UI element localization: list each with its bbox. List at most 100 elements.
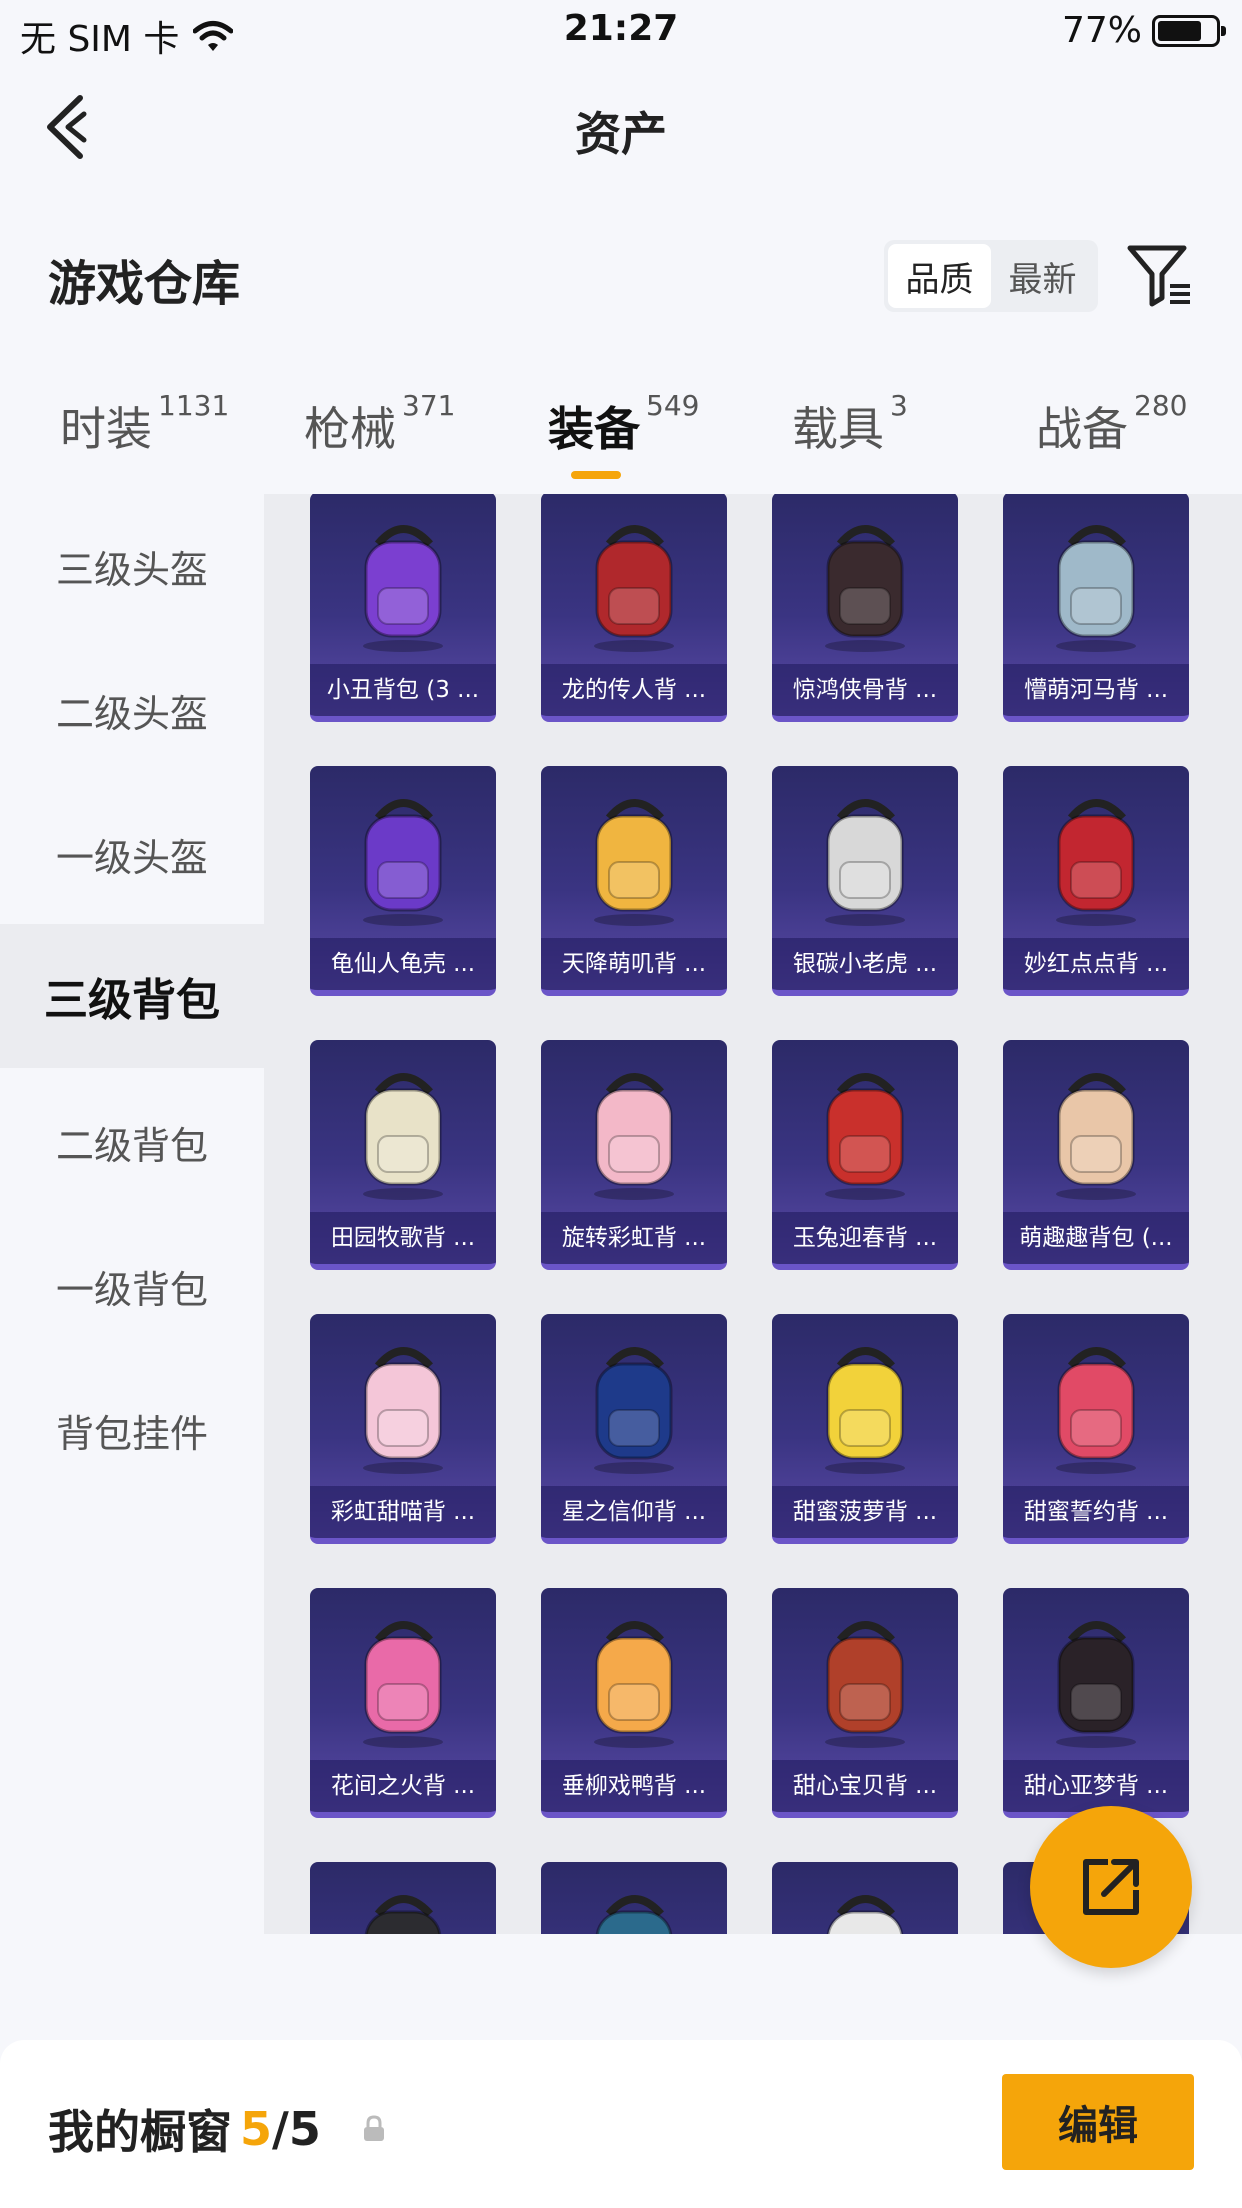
item-card[interactable]: 萌趣趣背包 (... <box>1003 1040 1189 1270</box>
item-card[interactable]: 天降萌叽背 ... <box>541 766 727 996</box>
tab-label: 枪械 <box>304 402 396 456</box>
tab-fashion[interactable]: 时装 1131 <box>60 389 229 459</box>
item-card[interactable]: 妙红点点背 ... <box>1003 766 1189 996</box>
backpack-icon <box>595 1895 673 1934</box>
sidebar-item-helmet-1[interactable]: 一级头盔 <box>0 782 264 926</box>
sidebar-item-helmet-3[interactable]: 三级头盔 <box>0 494 264 638</box>
tab-count: 1131 <box>158 388 230 422</box>
backpack-icon <box>363 1621 443 1748</box>
category-tabs: 时装 1131 枪械 371 装备 549 载具 3 战备 280 <box>0 385 1242 485</box>
item-card[interactable]: 惊鸿侠骨背 ... <box>772 494 958 722</box>
sidebar-item-pendant[interactable]: 背包挂件 <box>0 1358 264 1502</box>
backpack-icon <box>594 799 674 926</box>
item-name: 彩虹甜喵背 ... <box>310 1486 496 1538</box>
item-card[interactable]: 懵萌河马背 ... <box>1003 494 1189 722</box>
tab-equipment[interactable]: 装备 549 <box>548 389 699 459</box>
sidebar-item-backpack-1[interactable]: 一级背包 <box>0 1214 264 1358</box>
item-card[interactable]: 龙的传人背 ... <box>541 494 727 722</box>
item-card[interactable]: 彩虹甜喵背 ... <box>310 1314 496 1544</box>
backpack-icon <box>594 525 674 652</box>
active-tab-indicator <box>571 471 621 479</box>
item-name: 玉兔迎春背 ... <box>772 1212 958 1264</box>
item-name: 龟仙人龟壳 ... <box>310 938 496 990</box>
backpack-icon <box>1056 525 1136 652</box>
item-card[interactable]: 龟仙人龟壳 ... <box>310 766 496 996</box>
tab-count: 371 <box>402 388 456 422</box>
item-card[interactable]: 星之信仰背 ... <box>541 1314 727 1544</box>
share-icon <box>1083 1859 1139 1915</box>
item-name: 惊鸿侠骨背 ... <box>772 664 958 716</box>
backpack-icon <box>363 799 443 926</box>
backpack-icon <box>1056 1073 1136 1200</box>
item-card[interactable]: 旋转彩虹背 ... <box>541 1040 727 1270</box>
item-card[interactable]: 田园牧歌背 ... <box>310 1040 496 1270</box>
item-name: 垂柳戏鸭背 ... <box>541 1760 727 1812</box>
item-name: 甜心宝贝背 ... <box>772 1760 958 1812</box>
item-name: 旋转彩虹背 ... <box>541 1212 727 1264</box>
tab-label: 时装 <box>60 402 152 456</box>
item-name: 天降萌叽背 ... <box>541 938 727 990</box>
backpack-icon <box>1056 1621 1136 1748</box>
tab-count: 280 <box>1134 388 1188 422</box>
share-button[interactable] <box>1030 1806 1192 1968</box>
edit-button[interactable]: 编辑 <box>1002 2074 1194 2170</box>
item-name: 懵萌河马背 ... <box>1003 664 1189 716</box>
tab-count: 549 <box>646 388 700 422</box>
item-name: 萌趣趣背包 (... <box>1003 1212 1189 1264</box>
page-title: 资产 <box>575 107 667 161</box>
item-card[interactable]: 小丑背包 (3 ... <box>310 494 496 722</box>
sort-option-newest[interactable]: 最新 <box>991 244 1094 308</box>
item-card[interactable]: 甜心宝贝背 ... <box>772 1588 958 1818</box>
tab-label: 战备 <box>1036 402 1128 456</box>
item-card[interactable]: 甜心亚梦背 ... <box>1003 1588 1189 1818</box>
battery-icon <box>1152 14 1226 47</box>
sidebar-item-backpack-2[interactable]: 二级背包 <box>0 1070 264 1214</box>
backpack-icon <box>363 1347 443 1474</box>
item-name: 妙红点点背 ... <box>1003 938 1189 990</box>
backpack-icon <box>1056 799 1136 926</box>
tab-weapons[interactable]: 枪械 371 <box>304 389 455 459</box>
clock: 21:27 <box>563 8 679 49</box>
item-name: 田园牧歌背 ... <box>310 1212 496 1264</box>
tab-label: 载具 <box>792 402 884 456</box>
backpack-icon <box>825 525 905 652</box>
item-name: 龙的传人背 ... <box>541 664 727 716</box>
backpack-icon <box>1056 1347 1136 1474</box>
tab-count: 3 <box>890 388 908 422</box>
backpack-icon <box>825 1073 905 1200</box>
backpack-icon <box>363 1073 443 1200</box>
sidebar-item-backpack-3[interactable]: 三级背包 <box>0 924 264 1068</box>
tab-label: 装备 <box>548 402 640 456</box>
tab-supplies[interactable]: 战备 280 <box>1036 389 1187 459</box>
item-name: 花间之火背 ... <box>310 1760 496 1812</box>
showcase-bar: 我的橱窗 5/5 编辑 <box>0 2040 1242 2208</box>
showcase-count: 5/5 <box>240 2102 321 2156</box>
sort-option-quality[interactable]: 品质 <box>888 244 991 308</box>
item-card[interactable] <box>541 1862 727 1934</box>
item-card[interactable] <box>772 1862 958 1934</box>
battery-percent: 77% <box>1061 10 1142 51</box>
item-card[interactable]: 甜蜜誓约背 ... <box>1003 1314 1189 1544</box>
backpack-icon <box>594 1073 674 1200</box>
item-card[interactable]: 玉兔迎春背 ... <box>772 1040 958 1270</box>
item-card[interactable]: 垂柳戏鸭背 ... <box>541 1588 727 1818</box>
sort-toggle: 品质 最新 <box>884 240 1098 312</box>
item-card[interactable]: 花间之火背 ... <box>310 1588 496 1818</box>
item-name: 甜心亚梦背 ... <box>1003 1760 1189 1812</box>
item-card[interactable] <box>310 1862 496 1934</box>
lock-icon <box>363 2115 384 2141</box>
item-name: 银碳小老虎 ... <box>772 938 958 990</box>
section-title: 游戏仓库 <box>48 256 241 312</box>
status-bar: 无 SIM 卡 21:27 77% <box>0 0 1242 60</box>
backpack-icon <box>363 525 443 652</box>
item-card[interactable]: 甜蜜菠萝背 ... <box>772 1314 958 1544</box>
filter-icon[interactable] <box>1124 240 1194 310</box>
backpack-icon <box>594 1347 674 1474</box>
backpack-icon <box>364 1895 442 1934</box>
item-name: 甜蜜菠萝背 ... <box>772 1486 958 1538</box>
sidebar-item-helmet-2[interactable]: 二级头盔 <box>0 638 264 782</box>
subcategory-sidebar: 三级头盔 二级头盔 一级头盔 三级背包 二级背包 一级背包 背包挂件 <box>0 494 264 1934</box>
backpack-icon <box>825 1621 905 1748</box>
item-card[interactable]: 银碳小老虎 ... <box>772 766 958 996</box>
tab-vehicles[interactable]: 载具 3 <box>792 389 908 459</box>
